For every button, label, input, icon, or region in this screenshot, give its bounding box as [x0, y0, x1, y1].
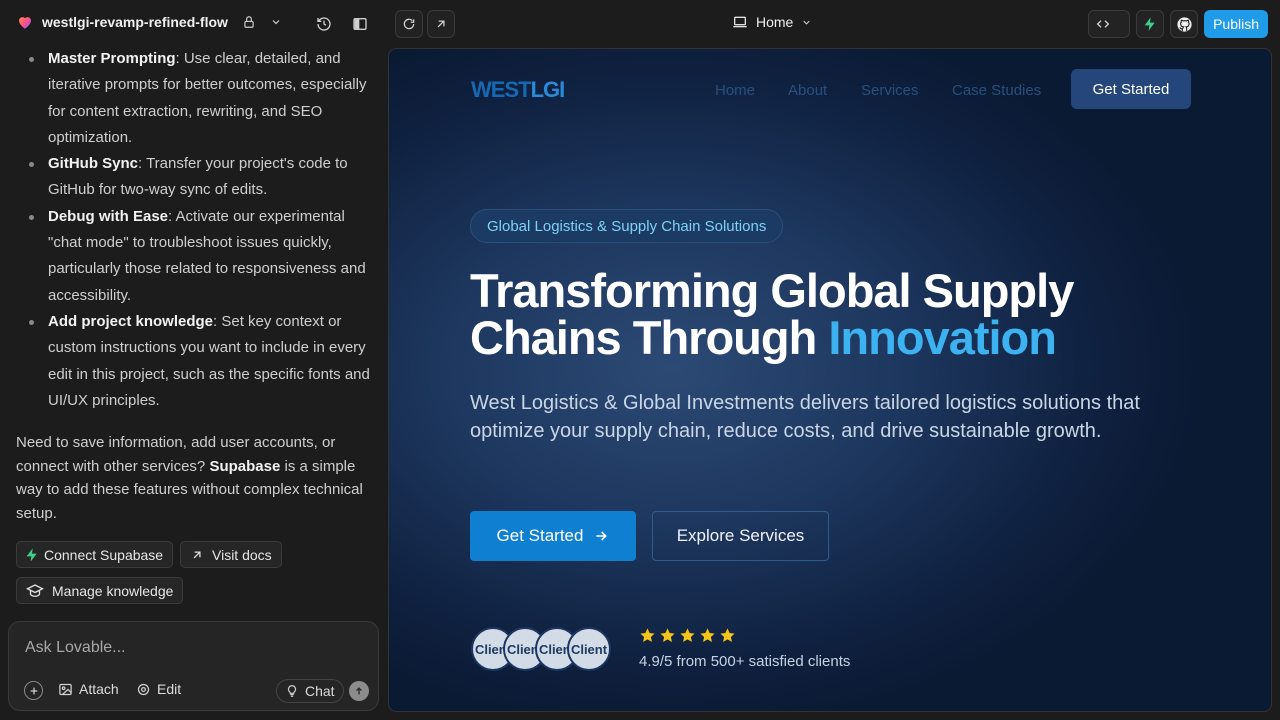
page-selector-label: Home [756, 14, 794, 30]
hero-get-started-button[interactable]: Get Started [470, 511, 636, 561]
manage-knowledge-button[interactable]: Manage knowledge [16, 577, 184, 604]
arrow-right-icon [596, 531, 608, 541]
nav-link-case-studies[interactable]: Case Studies [952, 82, 1041, 99]
star-icon [720, 628, 735, 642]
lovable-heart-icon [19, 17, 31, 29]
chat-composer: Ask Lovable... Attach Edit Chat [8, 621, 379, 711]
tip-title: GitHub Sync [48, 155, 139, 173]
tip-title: Add project knowledge [48, 312, 214, 330]
list-item: GitHub Sync: Transfer your project's cod… [16, 151, 372, 204]
avatar: Client [567, 627, 611, 671]
send-button[interactable] [349, 681, 369, 701]
chat-mode-button[interactable]: Chat [276, 679, 344, 703]
attach-button[interactable]: Attach [58, 681, 119, 697]
nav-link-about[interactable]: About [788, 82, 827, 99]
supabase-button[interactable] [1136, 10, 1165, 38]
lightbulb-icon [287, 685, 297, 697]
lock-icon [242, 15, 256, 29]
add-button[interactable] [24, 681, 43, 700]
supabase-icon [1144, 17, 1155, 31]
nav-link-services[interactable]: Services [861, 82, 919, 99]
graduation-cap-icon [26, 583, 44, 597]
supabase-icon [26, 547, 37, 562]
chat-mode-label: Chat [305, 683, 335, 699]
site-logo[interactable]: WESTLGI [471, 77, 565, 103]
image-icon [59, 683, 72, 695]
open-new-tab-button[interactable] [427, 10, 455, 38]
edit-label: Edit [157, 681, 182, 697]
arrow-up-right-icon [193, 550, 201, 558]
rating-stars [639, 627, 736, 644]
attach-label: Attach [79, 681, 119, 697]
laptop-icon [733, 16, 747, 28]
hero-get-started-label: Get Started [496, 526, 584, 545]
visit-docs-label: Visit docs [212, 546, 272, 563]
star-icon [660, 628, 675, 642]
list-item: Add project knowledge: Set key context o… [16, 309, 372, 414]
headline-highlight: Innovation [828, 311, 1057, 364]
github-button[interactable] [1170, 10, 1199, 38]
toggle-sidebar-button[interactable] [346, 10, 374, 38]
sidebar-icon [353, 18, 367, 30]
top-bar: westlgi-revamp-refined-flow Home Publish [0, 0, 1280, 48]
nav-link-home[interactable]: Home [715, 82, 755, 99]
right-toolbar: Publish [1088, 10, 1268, 38]
history-button[interactable] [310, 10, 338, 38]
chat-message: Master Prompting: Use clear, detailed, a… [16, 46, 372, 414]
tip-title: Master Prompting [48, 50, 176, 67]
site-preview: WESTLGI Home About Services Case Studies… [388, 48, 1272, 712]
hero-tag: Global Logistics & Supply Chain Solution… [470, 209, 784, 243]
refresh-icon [403, 18, 415, 30]
target-icon [137, 683, 150, 695]
arrow-up-right-icon [437, 20, 445, 28]
hero-headline: Transforming Global Supply Chains Throug… [470, 267, 1230, 361]
project-name: westlgi-revamp-refined-flow [42, 14, 228, 30]
explore-services-button[interactable]: Explore Services [652, 511, 829, 561]
list-item: Master Prompting: Use clear, detailed, a… [16, 46, 372, 151]
star-icon [700, 628, 715, 642]
headline-line-1: Transforming Global Supply [470, 264, 1074, 317]
publish-button[interactable]: Publish [1204, 10, 1268, 38]
supabase-name: Supabase [209, 457, 281, 475]
hero-subtitle: West Logistics & Global Investments deli… [470, 392, 1140, 442]
project-menu[interactable]: westlgi-revamp-refined-flow [16, 13, 282, 31]
github-icon [1176, 16, 1192, 32]
nav-get-started-button[interactable]: Get Started [1071, 69, 1191, 109]
star-icon [640, 628, 655, 642]
chevron-down-icon [803, 20, 810, 25]
supabase-paragraph: Need to save information, add user accou… [16, 431, 372, 525]
manage-knowledge-label: Manage knowledge [52, 582, 174, 599]
visit-docs-button[interactable]: Visit docs [180, 541, 282, 568]
plus-icon [24, 681, 43, 700]
tip-title: Debug with Ease [48, 207, 169, 225]
code-icon [1096, 20, 1110, 28]
headline-line-2: Chains Through Innovation [470, 311, 1057, 364]
refresh-button[interactable] [395, 10, 423, 38]
list-item: Debug with Ease: Activate our experiment… [16, 204, 372, 309]
page-selector[interactable]: Home [732, 14, 812, 30]
connect-supabase-button[interactable]: Connect Supabase [16, 541, 174, 568]
history-icon [317, 17, 331, 31]
tips-list: Master Prompting: Use clear, detailed, a… [16, 46, 372, 414]
rating-text: 4.9/5 from 500+ satisfied clients [639, 653, 851, 670]
chevron-down-icon [270, 16, 282, 28]
edit-button[interactable]: Edit [136, 681, 181, 697]
star-icon [680, 628, 695, 642]
chat-input[interactable]: Ask Lovable... [25, 639, 126, 657]
code-view-button[interactable] [1088, 10, 1131, 38]
connect-supabase-label: Connect Supabase [44, 546, 164, 563]
arrow-up-icon [356, 687, 362, 695]
